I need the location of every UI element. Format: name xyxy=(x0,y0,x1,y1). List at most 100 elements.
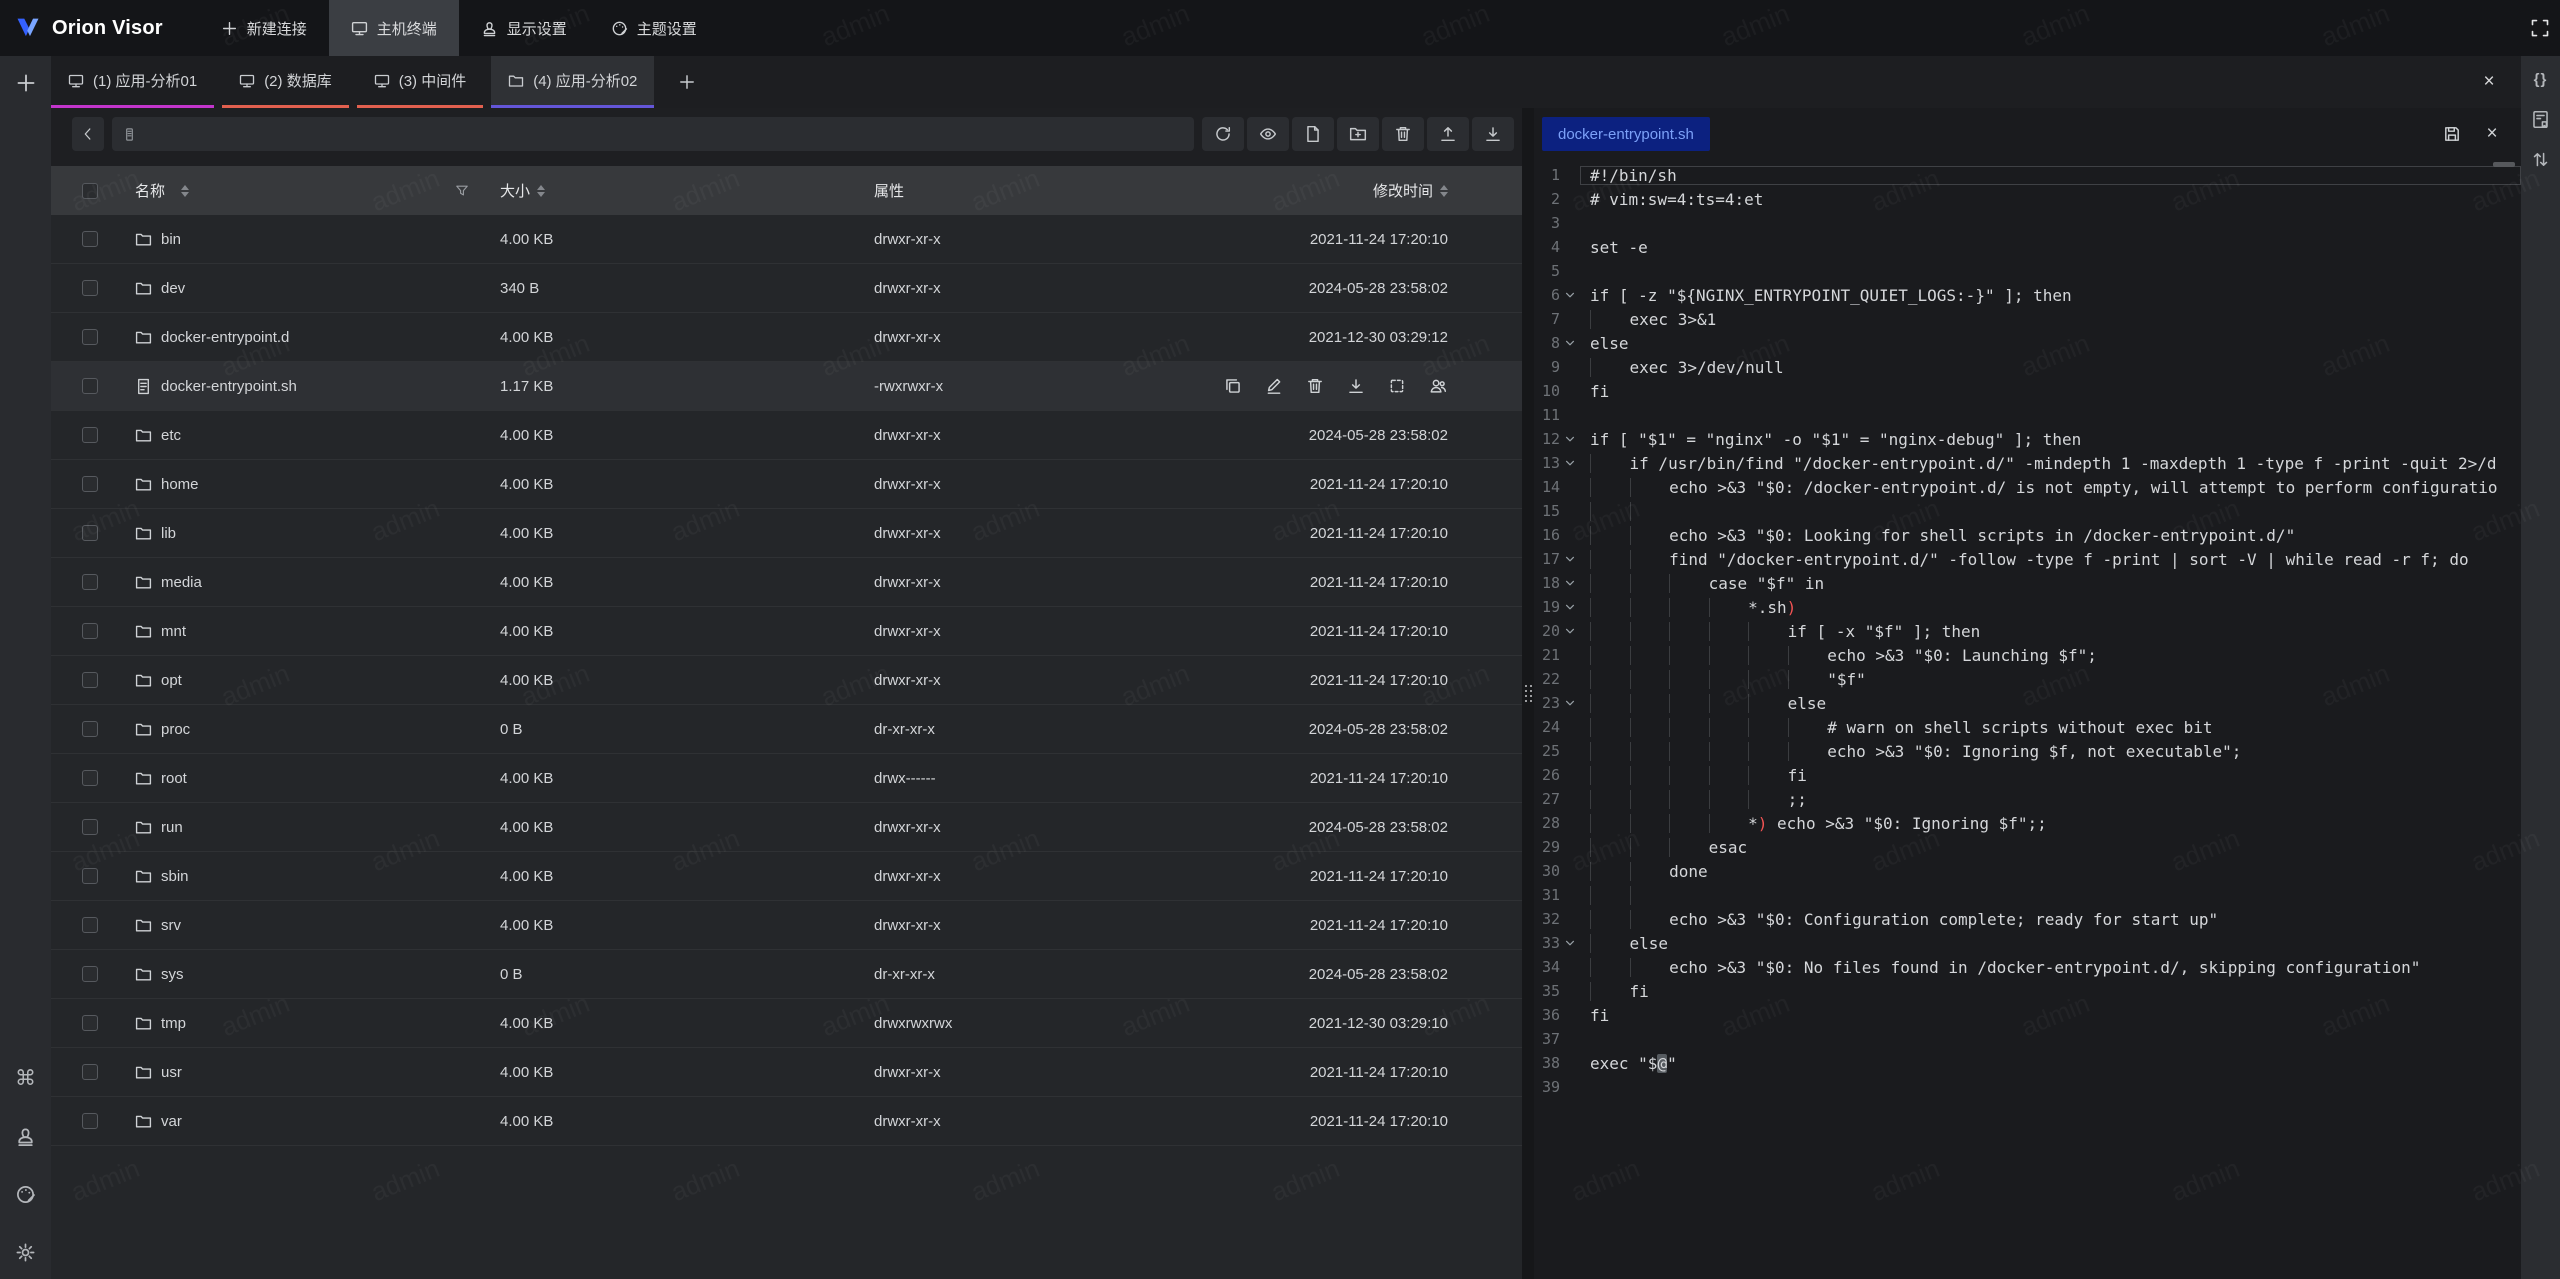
settings-button[interactable] xyxy=(13,1239,39,1265)
table-row[interactable]: root4.00 KBdrwx------2021-11-24 17:20:10 xyxy=(51,754,1522,803)
column-mtime[interactable]: 修改时间 xyxy=(1373,180,1433,201)
row-checkbox[interactable] xyxy=(82,721,98,737)
row-checkbox[interactable] xyxy=(82,427,98,443)
table-row[interactable]: srv4.00 KBdrwxr-xr-x2021-11-24 17:20:10 xyxy=(51,901,1522,950)
doc-bookmark-button[interactable] xyxy=(2521,106,2560,132)
sort-size[interactable] xyxy=(537,185,545,197)
terminal-tab[interactable]: (2) 数据库 xyxy=(222,56,349,108)
select-all-checkbox[interactable] xyxy=(82,183,98,199)
row-checkbox[interactable] xyxy=(82,819,98,835)
create-file-button[interactable] xyxy=(1292,117,1334,151)
file-name[interactable]: sys xyxy=(161,966,184,983)
table-row[interactable]: media4.00 KBdrwxr-xr-x2021-11-24 17:20:1… xyxy=(51,558,1522,607)
filter-icon[interactable] xyxy=(455,184,469,198)
row-checkbox[interactable] xyxy=(82,1015,98,1031)
theme-settings-button[interactable] xyxy=(13,1181,39,1207)
code-area[interactable]: 1#!/bin/sh2# vim:sw=4:ts=4:et34set -e56i… xyxy=(1534,160,2521,1279)
fold-chevron-icon[interactable] xyxy=(1560,697,1580,709)
row-checkbox[interactable] xyxy=(82,917,98,933)
table-row[interactable]: dev340 Bdrwxr-xr-x2024-05-28 23:58:02 xyxy=(51,264,1522,313)
table-row[interactable]: tmp4.00 KBdrwxrwxrwx2021-12-30 03:29:10 xyxy=(51,999,1522,1048)
editor-close-button[interactable]: × xyxy=(2477,119,2507,149)
file-name[interactable]: root xyxy=(161,770,187,787)
fold-chevron-icon[interactable] xyxy=(1560,289,1580,301)
file-name[interactable]: dev xyxy=(161,280,185,297)
file-name[interactable]: sbin xyxy=(161,868,189,885)
table-row[interactable]: mnt4.00 KBdrwxr-xr-x2021-11-24 17:20:10 xyxy=(51,607,1522,656)
menu-item[interactable]: 主机终端 xyxy=(329,0,459,56)
display-settings-button[interactable] xyxy=(13,1123,39,1149)
row-checkbox[interactable] xyxy=(82,1064,98,1080)
file-name[interactable]: mnt xyxy=(161,623,186,640)
edit-icon[interactable] xyxy=(1264,376,1284,396)
fold-chevron-icon[interactable] xyxy=(1560,433,1580,445)
table-row[interactable]: docker-entrypoint.sh1.17 KB-rwxrwxr-x xyxy=(51,362,1522,411)
fold-chevron-icon[interactable] xyxy=(1560,601,1580,613)
table-row[interactable]: sbin4.00 KBdrwxr-xr-x2021-11-24 17:20:10 xyxy=(51,852,1522,901)
table-row[interactable]: proc0 Bdr-xr-xr-x2024-05-28 23:58:02 xyxy=(51,705,1522,754)
fold-chevron-icon[interactable] xyxy=(1560,457,1580,469)
file-name[interactable]: home xyxy=(161,476,199,493)
fold-chevron-icon[interactable] xyxy=(1560,625,1580,637)
close-panel-button[interactable]: × xyxy=(2475,68,2503,96)
fold-chevron-icon[interactable] xyxy=(1560,337,1580,349)
table-row[interactable]: usr4.00 KBdrwxr-xr-x2021-11-24 17:20:10 xyxy=(51,1048,1522,1097)
menu-item[interactable]: 主题设置 xyxy=(589,0,719,56)
terminal-tab[interactable]: (4) 应用-分析02 xyxy=(491,56,654,108)
row-checkbox[interactable] xyxy=(82,280,98,296)
move-icon[interactable] xyxy=(1387,376,1407,396)
fullscreen-button[interactable] xyxy=(2528,16,2552,40)
table-row[interactable]: lib4.00 KBdrwxr-xr-x2021-11-24 17:20:10 xyxy=(51,509,1522,558)
table-row[interactable]: sys0 Bdr-xr-xr-x2024-05-28 23:58:02 xyxy=(51,950,1522,999)
panel-splitter[interactable] xyxy=(1522,108,1534,1279)
create-folder-button[interactable] xyxy=(1337,117,1379,151)
path-input[interactable] xyxy=(145,126,1184,142)
scrollbar-thumb[interactable] xyxy=(2493,162,2515,167)
table-row[interactable]: etc4.00 KBdrwxr-xr-x2024-05-28 23:58:02 xyxy=(51,411,1522,460)
splitter-grip[interactable] xyxy=(1525,685,1532,702)
fold-chevron-icon[interactable] xyxy=(1560,577,1580,589)
refresh-button[interactable] xyxy=(1202,117,1244,151)
row-checkbox[interactable] xyxy=(82,378,98,394)
sort-mtime[interactable] xyxy=(1440,185,1448,197)
permission-icon[interactable] xyxy=(1428,376,1448,396)
column-name[interactable]: 名称 xyxy=(135,180,165,201)
row-checkbox[interactable] xyxy=(82,868,98,884)
file-name[interactable]: bin xyxy=(161,231,181,248)
menu-item[interactable]: 显示设置 xyxy=(459,0,589,56)
file-name[interactable]: opt xyxy=(161,672,182,689)
file-name[interactable]: lib xyxy=(161,525,176,542)
file-name[interactable]: docker-entrypoint.d xyxy=(161,329,289,346)
sort-name[interactable] xyxy=(181,185,189,197)
file-name[interactable]: media xyxy=(161,574,202,591)
copy-icon[interactable] xyxy=(1223,376,1243,396)
open-file-tab[interactable]: docker-entrypoint.sh xyxy=(1542,117,1710,151)
menu-item[interactable]: 新建连接 xyxy=(199,0,329,56)
new-tab-button[interactable] xyxy=(672,67,702,97)
file-name[interactable]: srv xyxy=(161,917,181,934)
table-row[interactable]: opt4.00 KBdrwxr-xr-x2021-11-24 17:20:10 xyxy=(51,656,1522,705)
file-name[interactable]: tmp xyxy=(161,1015,186,1032)
row-checkbox[interactable] xyxy=(82,623,98,639)
terminal-tab[interactable]: (1) 应用-分析01 xyxy=(51,56,214,108)
braces-button[interactable]: {} xyxy=(2521,66,2560,92)
row-checkbox[interactable] xyxy=(82,574,98,590)
file-name[interactable]: var xyxy=(161,1113,182,1130)
file-name[interactable]: usr xyxy=(161,1064,182,1081)
row-checkbox[interactable] xyxy=(82,525,98,541)
table-row[interactable]: var4.00 KBdrwxr-xr-x2021-11-24 17:20:10 xyxy=(51,1097,1522,1146)
upload-button[interactable] xyxy=(1427,117,1469,151)
preview-button[interactable] xyxy=(1247,117,1289,151)
row-checkbox[interactable] xyxy=(82,231,98,247)
row-checkbox[interactable] xyxy=(82,966,98,982)
fold-chevron-icon[interactable] xyxy=(1560,937,1580,949)
file-name[interactable]: etc xyxy=(161,427,181,444)
row-checkbox[interactable] xyxy=(82,329,98,345)
back-button[interactable] xyxy=(72,117,104,151)
file-name[interactable]: proc xyxy=(161,721,190,738)
table-row[interactable]: bin4.00 KBdrwxr-xr-x2021-11-24 17:20:10 xyxy=(51,215,1522,264)
table-row[interactable]: home4.00 KBdrwxr-xr-x2021-11-24 17:20:10 xyxy=(51,460,1522,509)
command-button[interactable]: ⌘ xyxy=(13,1065,39,1091)
save-button[interactable] xyxy=(2437,119,2467,149)
file-name[interactable]: docker-entrypoint.sh xyxy=(161,378,297,395)
